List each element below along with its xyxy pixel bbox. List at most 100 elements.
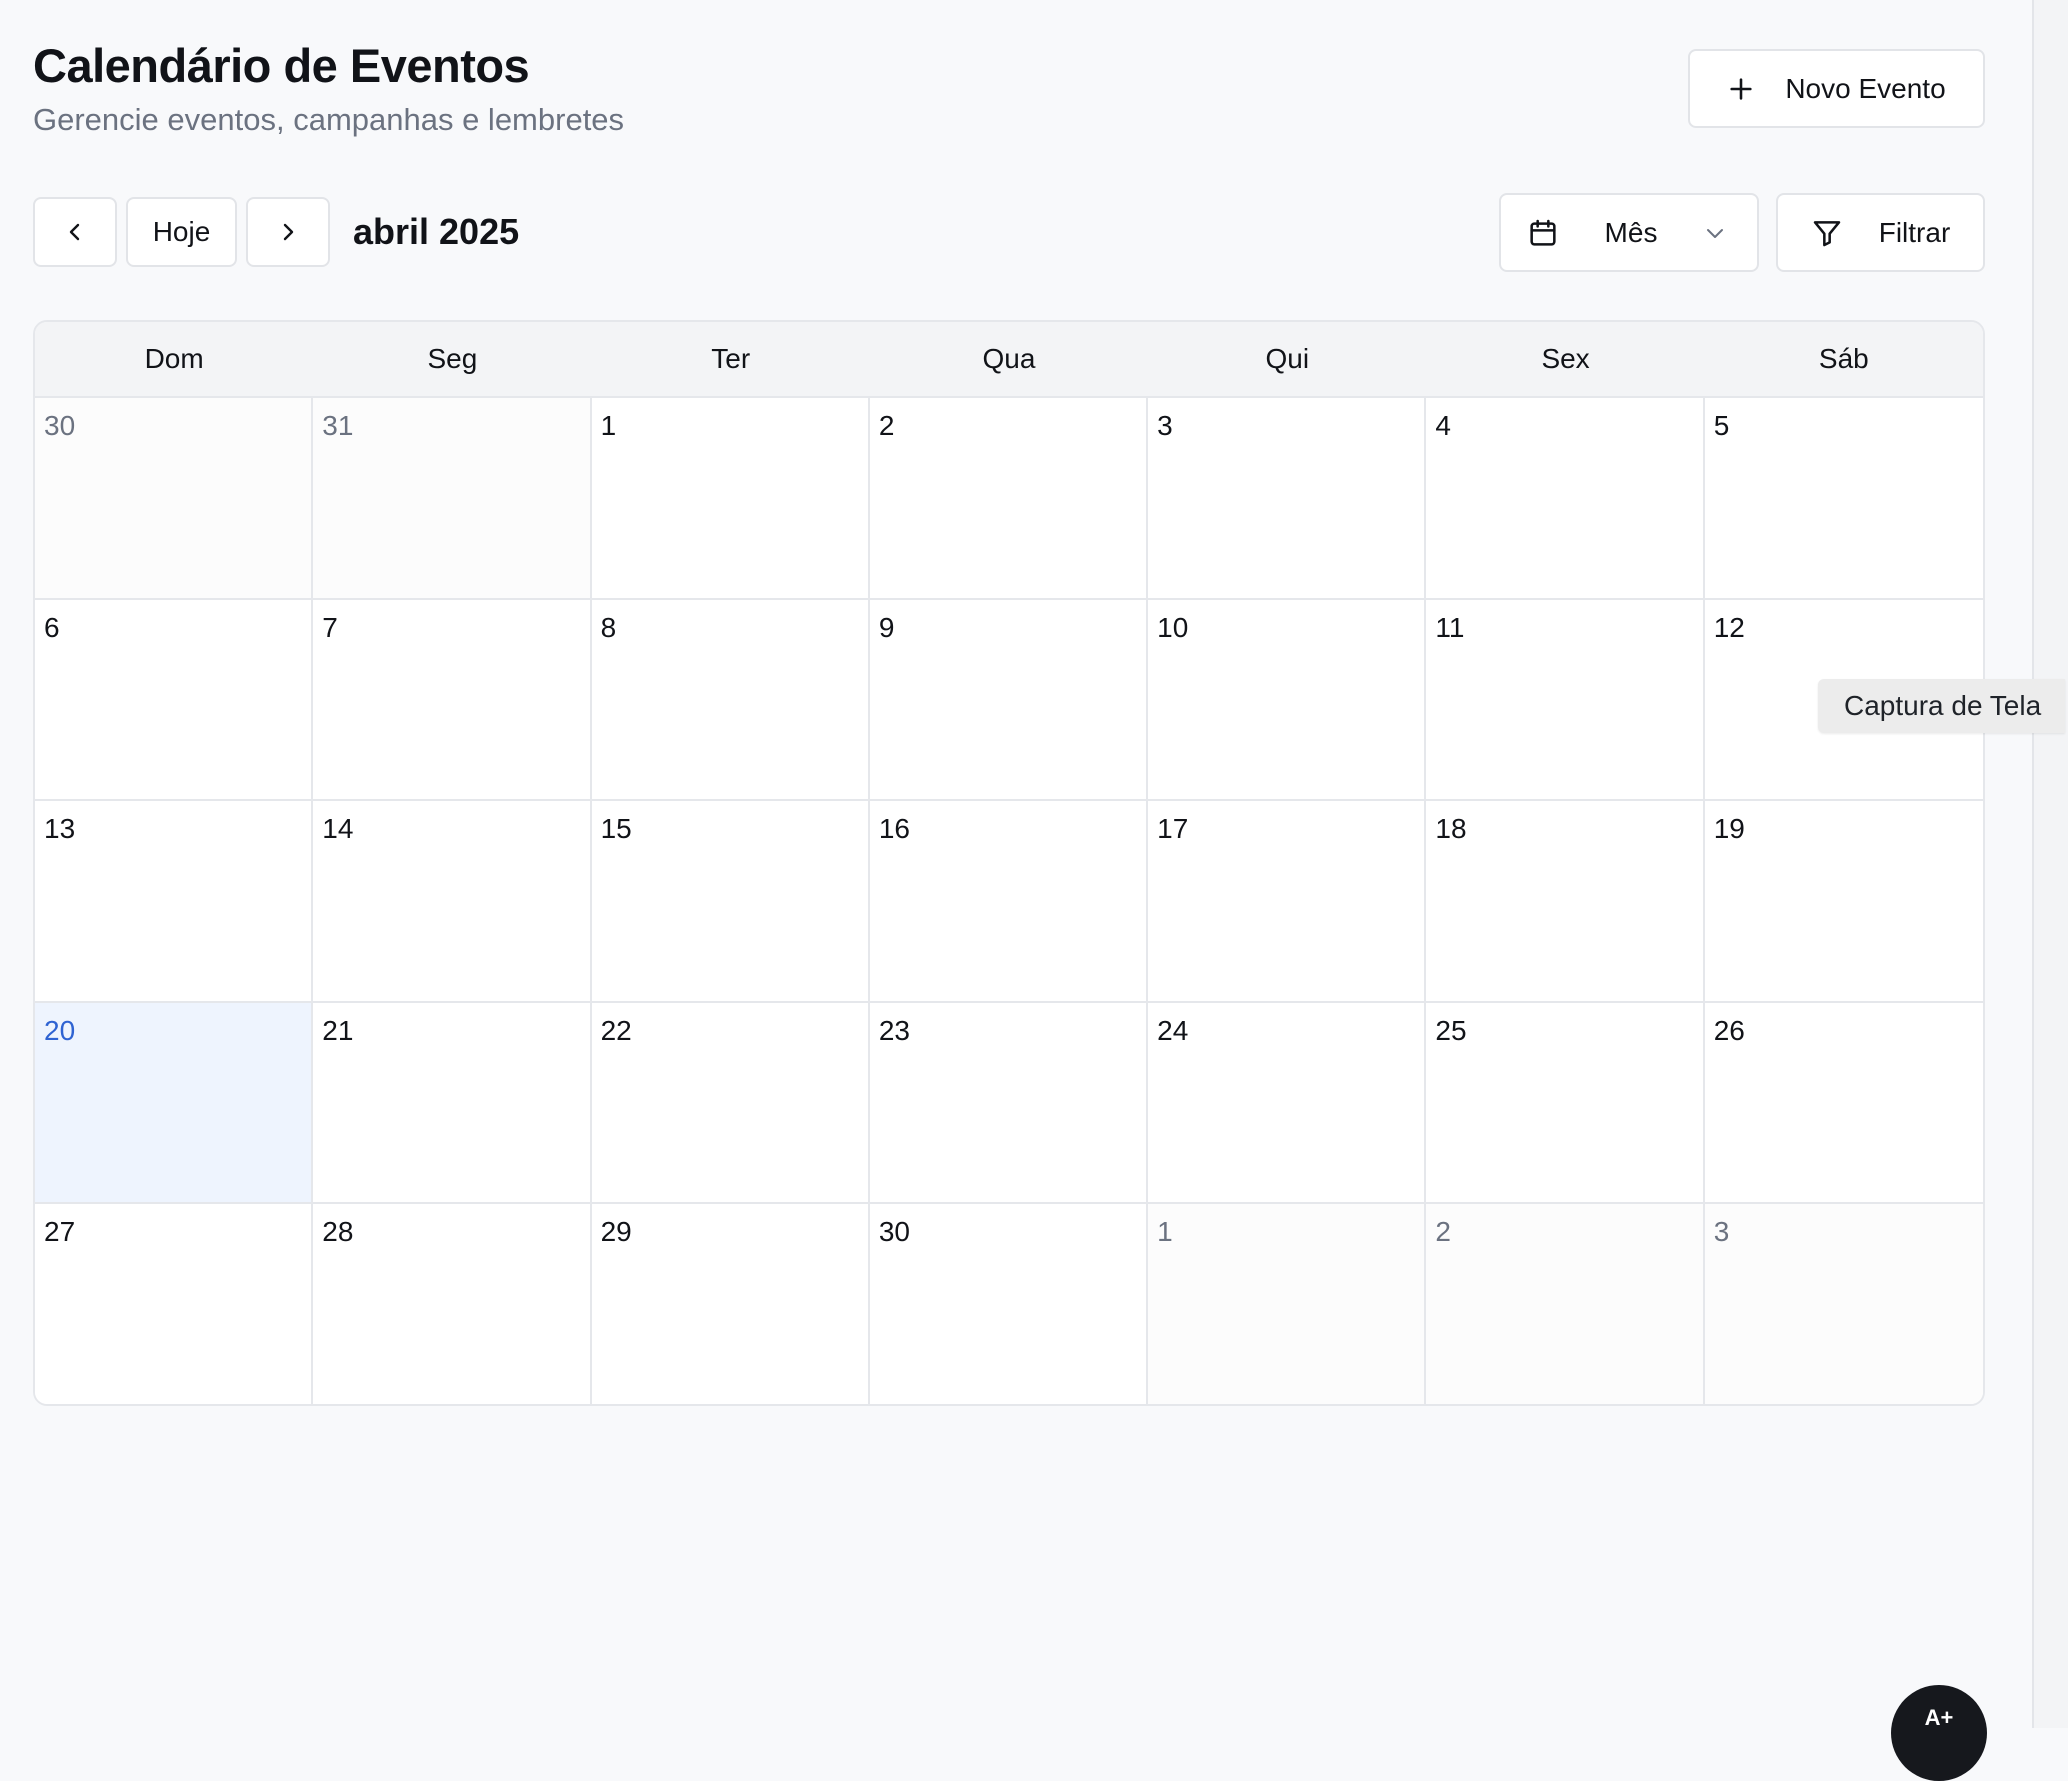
day-number: 27 (44, 1216, 76, 1248)
day-number: 19 (1713, 813, 1745, 845)
day-cell[interactable]: 30 (869, 1204, 1149, 1404)
previous-month-button[interactable] (33, 197, 117, 267)
chevron-down-icon (1703, 221, 1727, 245)
day-cell[interactable]: 3 (1704, 1204, 1983, 1404)
day-number: 20 (44, 1014, 76, 1046)
day-number: 2 (1435, 1216, 1451, 1248)
weekday-header: Dom (144, 343, 204, 374)
filter-button[interactable]: Filtrar (1776, 193, 1985, 272)
day-cell[interactable]: 29 (591, 1204, 870, 1404)
day-cell[interactable]: 26 (1704, 1002, 1983, 1205)
day-cell[interactable]: 18 (1426, 801, 1705, 1003)
day-cell[interactable]: 21 (313, 1002, 592, 1205)
day-number: 16 (878, 813, 910, 845)
day-cell[interactable]: 30 (35, 398, 314, 600)
day-cell[interactable]: 27 (35, 1204, 314, 1404)
weekday-header: Qua (982, 343, 1036, 374)
day-cell[interactable]: 28 (313, 1204, 592, 1404)
day-number: 25 (1435, 1014, 1467, 1046)
page-subtitle: Gerencie eventos, campanhas e lembretes (33, 102, 625, 137)
day-cell[interactable]: 4 (1426, 398, 1705, 600)
new-event-label: Novo Evento (1785, 72, 1946, 104)
view-mode-select[interactable]: Mês (1499, 193, 1759, 272)
day-cell[interactable]: 15 (591, 801, 870, 1003)
day-number: 5 (1713, 410, 1730, 441)
next-month-button[interactable] (246, 197, 330, 267)
day-number: 23 (878, 1014, 910, 1046)
plus-icon (1727, 75, 1755, 103)
page-scrollbar[interactable] (2032, 0, 2068, 1728)
day-cell[interactable]: 31 (313, 398, 592, 600)
day-cell[interactable]: 1 (1148, 1204, 1427, 1404)
page-title: Calendário de Eventos (33, 39, 530, 92)
day-number: 24 (1157, 1014, 1189, 1046)
day-number: 7 (322, 611, 338, 643)
filter-label: Filtrar (1878, 216, 1951, 248)
day-number: 3 (1157, 410, 1173, 441)
day-cell-today[interactable]: 20 (35, 1002, 314, 1205)
day-number: 29 (600, 1216, 632, 1248)
day-number: 30 (44, 410, 76, 441)
weekday-header-row: Dom Seg Ter Qua Qui Sex Sáb (35, 322, 1983, 398)
day-cell[interactable]: 10 (1148, 599, 1427, 802)
day-cell[interactable]: 7 (313, 599, 592, 802)
day-number: 13 (44, 813, 76, 845)
day-cell[interactable]: 13 (35, 801, 314, 1003)
day-number: 1 (1157, 1216, 1173, 1248)
view-mode-label: Mês (1604, 216, 1658, 248)
day-cell[interactable]: 25 (1426, 1002, 1705, 1205)
day-cell[interactable]: 17 (1148, 801, 1427, 1003)
day-cell[interactable]: 14 (313, 801, 592, 1003)
weekday-header: Seg (427, 343, 478, 374)
day-number: 3 (1713, 1216, 1730, 1248)
day-number: 30 (878, 1216, 910, 1248)
weekday-header: Sáb (1818, 343, 1869, 374)
accessibility-fab-button[interactable]: A+ (1891, 1685, 1987, 1781)
current-month-label: abril 2025 (353, 211, 520, 252)
day-number: 21 (322, 1014, 354, 1046)
day-cell[interactable]: 16 (869, 801, 1149, 1003)
day-number: 12 (1713, 611, 1745, 643)
day-cell[interactable]: 8 (591, 599, 870, 802)
month-calendar: Dom Seg Ter Qua Qui Sex Sáb 30 31 1 2 3 4 5 6 7 8 9 10 11 1… (33, 320, 1985, 1406)
day-cell[interactable]: 6 (35, 599, 314, 802)
screenshot-tooltip: Captura de Tela (1818, 679, 2066, 733)
day-number: 10 (1157, 611, 1189, 643)
day-number: 15 (600, 813, 632, 845)
day-cell[interactable]: 1 (591, 398, 870, 600)
day-cell[interactable]: 2 (1426, 1204, 1705, 1404)
day-cell[interactable]: 9 (869, 599, 1149, 802)
day-cell[interactable]: 2 (869, 398, 1149, 600)
day-number: 11 (1435, 611, 1465, 643)
day-cell[interactable]: 19 (1704, 801, 1983, 1003)
day-cell[interactable]: 11 (1426, 599, 1705, 802)
day-number: 9 (878, 611, 895, 643)
weekday-header: Sex (1541, 343, 1590, 374)
day-cell[interactable]: 23 (869, 1002, 1149, 1205)
day-cell[interactable]: 24 (1148, 1002, 1427, 1205)
day-grid: 30 31 1 2 3 4 5 6 7 8 9 10 11 12 13 14 15 16 17 18 19 20 21 22 2… (35, 398, 1983, 1404)
day-number: 28 (322, 1216, 354, 1248)
page-header: Calendário de Eventos Gerencie eventos, … (33, 38, 624, 140)
weekday-header: Qui (1265, 343, 1310, 374)
new-event-button[interactable]: Novo Evento (1688, 49, 1985, 128)
day-cell[interactable]: 5 (1704, 398, 1983, 600)
day-cell[interactable]: 3 (1148, 398, 1427, 600)
day-number: 8 (600, 611, 617, 643)
day-number: 31 (322, 410, 354, 441)
day-number: 22 (600, 1014, 632, 1046)
day-number: 14 (322, 813, 354, 845)
chevron-right-icon (276, 220, 300, 244)
weekday-header: Ter (711, 343, 751, 374)
day-number: 1 (600, 410, 617, 441)
day-number: 6 (44, 611, 60, 643)
calendar-icon (1527, 217, 1559, 249)
chevron-left-icon (63, 220, 87, 244)
day-number: 18 (1435, 813, 1467, 845)
filter-icon (1811, 217, 1843, 249)
day-number: 2 (878, 410, 895, 441)
day-number: 17 (1157, 813, 1189, 845)
day-number: 26 (1713, 1014, 1745, 1046)
day-cell[interactable]: 22 (591, 1002, 870, 1205)
today-button[interactable]: Hoje (126, 197, 237, 267)
